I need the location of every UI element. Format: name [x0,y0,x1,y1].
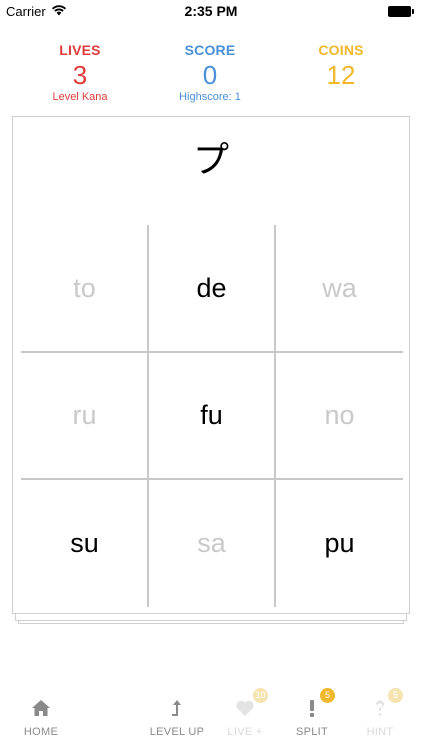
highscore-label: Highscore: 1 [179,91,241,103]
answer-option[interactable]: to [21,225,148,352]
lives-label: LIVES [59,42,101,58]
stats-header: LIVES 3 Level Kana SCORE 0 Highscore: 1 … [0,42,422,112]
answer-option[interactable]: sa [148,480,275,607]
level-label: Level Kana [52,91,108,103]
hint-badge: 5 [388,688,403,703]
answer-grid: to de wa ru fu no su sa pu [21,225,403,607]
hint-label: HINT [366,726,394,738]
score-label: SCORE [184,42,236,58]
question-icon [375,700,384,716]
live-plus-badge: 10 [253,688,268,703]
home-icon [32,700,50,716]
kana-prompt: プ [192,140,229,181]
grid-divider [147,225,149,607]
grid-divider [274,225,276,607]
answer-option[interactable]: su [21,480,148,607]
grid-divider [21,351,403,353]
hint-button[interactable]: 5 HINT [340,688,420,746]
answer-option[interactable]: ru [21,352,148,479]
bottom-toolbar: HOME LEVEL UP 10 LIVE + 5 SPLIT 5 HINT [0,688,422,750]
answer-option[interactable]: de [148,225,275,352]
score-stat: SCORE 0 Highscore: 1 [140,42,280,103]
home-button[interactable]: HOME [1,690,81,746]
quiz-card: プ to de wa ru fu no su sa pu [12,116,410,614]
battery-icon [388,6,414,17]
heart-icon [236,700,254,716]
exclamation-icon [310,700,314,717]
status-bar: Carrier 2:35 PM [0,0,422,22]
clock: 2:35 PM [184,3,238,19]
coins-value: 12 [326,60,356,90]
grid-divider [21,478,403,480]
lives-value: 3 [72,60,88,90]
level-up-icon [172,700,181,716]
lives-stat: LIVES 3 Level Kana [10,42,150,103]
answer-option[interactable]: pu [276,480,403,607]
answer-option[interactable]: no [276,352,403,479]
coins-stat: COINS 12 [271,42,411,90]
split-badge: 5 [320,688,335,703]
game-screen: Carrier 2:35 PM LIVES 3 Level Kana SCORE… [0,0,422,750]
coins-label: COINS [318,42,364,58]
score-value: 0 [202,60,218,90]
answer-option[interactable]: fu [148,352,275,479]
home-label: HOME [23,726,59,738]
answer-option[interactable]: wa [276,225,403,352]
